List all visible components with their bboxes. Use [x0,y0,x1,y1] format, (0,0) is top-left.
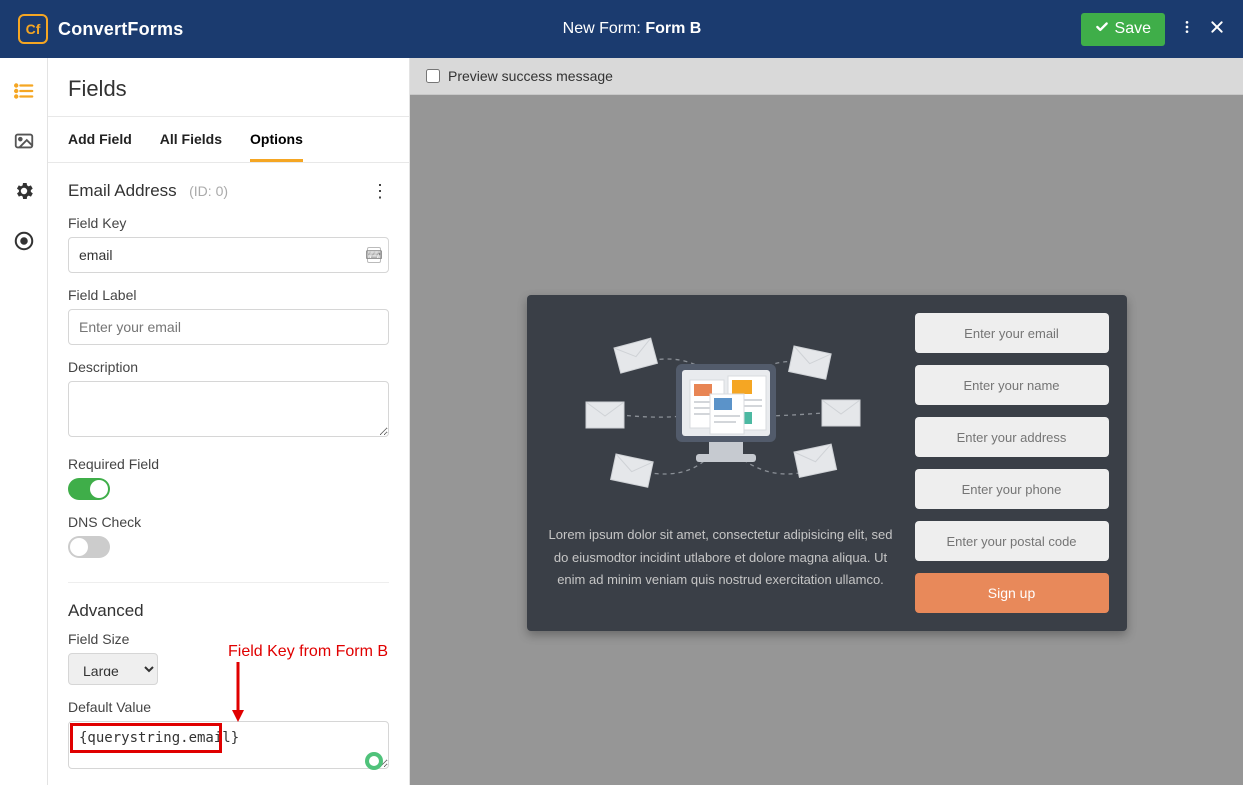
advanced-title: Advanced [48,583,409,631]
form-card-right: Sign up [915,313,1109,613]
preview-phone-field[interactable] [915,469,1109,509]
preview-area: Preview success message [410,58,1243,785]
description-input[interactable] [68,381,389,437]
save-button[interactable]: Save [1081,13,1165,46]
form-card-left: Lorem ipsum dolor sit amet, consectetur … [545,313,897,613]
field-size-select[interactable]: Large [68,653,158,685]
field-label-input[interactable] [68,309,389,345]
preview-success-label: Preview success message [448,68,613,84]
annotation-arrow-icon [232,662,252,724]
save-label: Save [1115,20,1151,38]
title-prefix: New Form: [563,20,646,37]
top-actions: Save [1081,13,1225,46]
brand-name: ConvertForms [58,19,183,40]
preview-email-field[interactable] [915,313,1109,353]
nav-submissions-icon[interactable] [13,230,35,252]
preview-postal-field[interactable] [915,521,1109,561]
preview-success-checkbox[interactable] [426,69,440,83]
preview-name-field[interactable] [915,365,1109,405]
panel-title: Fields [48,58,409,117]
nav-fields-icon[interactable] [13,80,35,102]
description-label: Description [68,359,389,375]
preview-toolbar: Preview success message [410,58,1243,95]
form-lorem-text: Lorem ipsum dolor sit amet, consectetur … [545,524,897,592]
side-panel: Fields Add Field All Fields Options Emai… [48,58,410,785]
top-bar: Cf ConvertForms New Form: Form B Save [0,0,1243,58]
tab-add-field[interactable]: Add Field [68,117,132,162]
form-card: Lorem ipsum dolor sit amet, consectetur … [527,295,1127,631]
field-title: Email Address [68,181,177,200]
field-more-icon[interactable]: ⋮ [371,182,389,200]
dns-label: DNS Check [68,514,389,530]
tab-options[interactable]: Options [250,117,303,162]
form-illustration [576,334,866,504]
default-value-input[interactable]: {querystring.email} [68,721,389,769]
tab-all-fields[interactable]: All Fields [160,117,222,162]
annotation-label: Field Key from Form B [228,643,388,661]
nav-rail [0,58,48,785]
brand-badge: Cf [18,14,48,44]
required-toggle[interactable] [68,478,110,500]
preview-address-field[interactable] [915,417,1109,457]
form-name: Form B [645,20,701,37]
required-label: Required Field [68,456,389,472]
more-vertical-icon[interactable] [1179,19,1195,40]
input-suggestion-icon: ⌨ [367,247,381,263]
panel-tabs: Add Field All Fields Options [48,117,409,163]
field-id: (ID: 0) [189,183,228,199]
field-key-label: Field Key [68,215,389,231]
signup-button[interactable]: Sign up [915,573,1109,613]
field-label-label: Field Label [68,287,389,303]
dns-toggle[interactable] [68,536,110,558]
nav-settings-icon[interactable] [13,180,35,202]
default-value-label: Default Value [68,699,389,715]
preview-canvas: Lorem ipsum dolor sit amet, consectetur … [410,95,1243,785]
page-title: New Form: Form B [183,20,1080,38]
check-icon [1095,20,1109,39]
field-key-input[interactable] [68,237,389,273]
grammarly-icon [365,752,383,770]
nav-design-icon[interactable] [13,130,35,152]
close-icon[interactable] [1209,19,1225,40]
